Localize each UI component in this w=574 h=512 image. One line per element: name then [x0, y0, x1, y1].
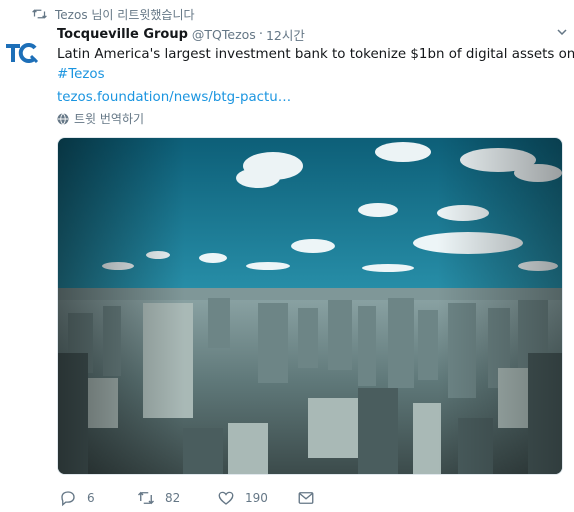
chevron-down-icon[interactable]	[557, 29, 567, 35]
tweet-text-content: Latin America's largest investment bank …	[57, 47, 574, 62]
tweet-actions: 6 82 190	[57, 488, 357, 508]
tweet-timestamp[interactable]: 12시간	[266, 25, 305, 44]
author-name[interactable]: Tocqueville Group	[57, 27, 188, 42]
envelope-icon	[298, 492, 314, 504]
reply-icon	[61, 491, 75, 507]
city-skyline-photo	[58, 138, 562, 474]
heart-icon	[218, 491, 234, 505]
tweet-media-image[interactable]	[57, 137, 563, 475]
reply-count: 6	[87, 491, 95, 505]
translate-tweet-button[interactable]: 트윗 번역하기	[57, 110, 144, 127]
tweet-text: Latin America's largest investment bank …	[57, 45, 574, 108]
retweet-icon	[138, 491, 154, 505]
retweet-header[interactable]: Tezos 님이 리트윗했습니다	[32, 6, 195, 22]
globe-icon	[57, 112, 69, 125]
like-button[interactable]: 190	[217, 488, 268, 508]
retweet-count: 82	[165, 491, 181, 505]
author-handle[interactable]: @TQTezos	[192, 27, 256, 42]
message-button[interactable]	[297, 488, 315, 508]
avatar[interactable]	[5, 38, 41, 68]
tweet-header: Tocqueville Group @TQTezos · 12시간	[57, 25, 567, 43]
hashtag-link[interactable]: #Tezos	[57, 65, 567, 85]
separator-dot: ·	[258, 26, 263, 42]
retweet-header-label[interactable]: Tezos 님이 리트윗했습니다	[55, 6, 195, 23]
translate-label[interactable]: 트윗 번역하기	[74, 110, 144, 127]
like-count: 190	[245, 491, 268, 505]
tq-logo-icon	[6, 43, 39, 64]
reply-button[interactable]: 6	[59, 488, 95, 508]
retweet-button[interactable]: 82	[137, 488, 180, 508]
url-link[interactable]: tezos.foundation/news/btg-pactu…	[57, 88, 567, 108]
retweet-icon	[32, 9, 47, 19]
tweet-body[interactable]: Tocqueville Group @TQTezos · 12시간 Latin …	[57, 25, 574, 108]
